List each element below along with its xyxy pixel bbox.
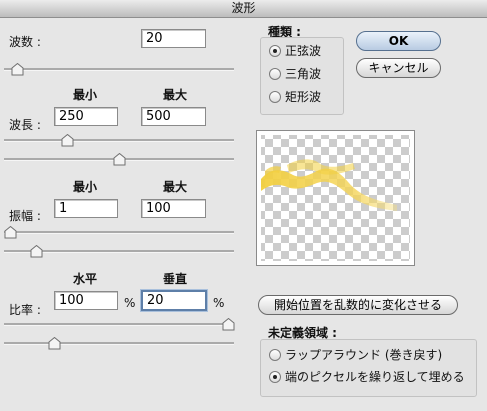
- scale-vertical-slider[interactable]: [4, 337, 234, 351]
- scale-vertical-unit: %: [213, 296, 225, 310]
- wavelength-max-header: 最大: [162, 88, 187, 102]
- scale-vertical-header: 垂直: [162, 272, 187, 286]
- type-option-sine[interactable]: 正弦波: [269, 44, 339, 60]
- radio-icon[interactable]: [269, 45, 281, 57]
- scale-horizontal-header: 水平: [72, 272, 97, 286]
- wavelength-label: 波長 :: [9, 118, 41, 132]
- undefined-areas-group: ラップアラウンド (巻き戻す) 端のピクセルを繰り返して埋める: [260, 339, 477, 397]
- radio-icon[interactable]: [269, 349, 281, 361]
- radio-icon[interactable]: [269, 371, 281, 383]
- preview-canvas: [261, 135, 410, 261]
- amplitude-label: 振幅 :: [9, 209, 41, 223]
- slider-thumb-icon[interactable]: [11, 63, 24, 76]
- type-group: 正弦波 三角波 矩形波: [260, 37, 344, 115]
- type-option-triangle[interactable]: 三角波: [269, 67, 339, 83]
- slider-thumb-icon[interactable]: [4, 226, 17, 239]
- amplitude-min-field[interactable]: [54, 199, 118, 218]
- wavelength-min-slider[interactable]: [4, 134, 234, 148]
- wavelength-min-header: 最小: [72, 88, 97, 102]
- scale-horizontal-unit: %: [124, 296, 136, 310]
- randomize-button[interactable]: 開始位置を乱数的に変化させる: [258, 295, 458, 315]
- repeat-edge-pixels-option[interactable]: 端のピクセルを繰り返して埋める: [269, 370, 469, 386]
- wavelength-max-slider[interactable]: [4, 153, 234, 167]
- generators-slider[interactable]: [4, 63, 234, 77]
- radio-icon[interactable]: [269, 68, 281, 80]
- type-option-label: 矩形波: [285, 90, 322, 104]
- amplitude-min-header: 最小: [72, 180, 97, 194]
- ok-button[interactable]: OK: [356, 31, 441, 51]
- slider-thumb-icon[interactable]: [113, 153, 126, 166]
- radio-dot-icon: [273, 375, 277, 379]
- undefined-option-label: 端のピクセルを繰り返して埋める: [285, 370, 465, 384]
- amplitude-max-field[interactable]: [141, 199, 206, 218]
- type-option-label: 正弦波: [285, 44, 322, 58]
- wave-preview: [256, 130, 415, 266]
- slider-thumb-icon[interactable]: [48, 337, 61, 350]
- undefined-option-label: ラップアラウンド (巻き戻す): [285, 348, 443, 362]
- window-title: 波形: [0, 0, 487, 18]
- slider-thumb-icon[interactable]: [222, 318, 235, 331]
- amplitude-min-slider[interactable]: [4, 226, 234, 240]
- wavelength-min-field[interactable]: [54, 107, 118, 126]
- radio-icon[interactable]: [269, 91, 281, 103]
- scale-vertical-field[interactable]: [141, 290, 207, 311]
- generators-label: 波数 :: [9, 35, 41, 49]
- generators-field[interactable]: [141, 29, 206, 48]
- wavelength-max-field[interactable]: [141, 107, 206, 126]
- wrap-around-option[interactable]: ラップアラウンド (巻き戻す): [269, 348, 469, 364]
- type-option-label: 三角波: [285, 67, 322, 81]
- amplitude-max-header: 最大: [162, 180, 187, 194]
- cancel-button[interactable]: キャンセル: [356, 58, 441, 78]
- scale-horizontal-slider[interactable]: [4, 318, 235, 332]
- slider-thumb-icon[interactable]: [30, 245, 43, 258]
- scale-label: 比率 :: [9, 303, 41, 317]
- scale-horizontal-field[interactable]: [54, 291, 118, 310]
- amplitude-max-slider[interactable]: [4, 245, 234, 259]
- type-option-square[interactable]: 矩形波: [269, 90, 339, 106]
- radio-dot-icon: [273, 49, 277, 53]
- slider-thumb-icon[interactable]: [61, 134, 74, 147]
